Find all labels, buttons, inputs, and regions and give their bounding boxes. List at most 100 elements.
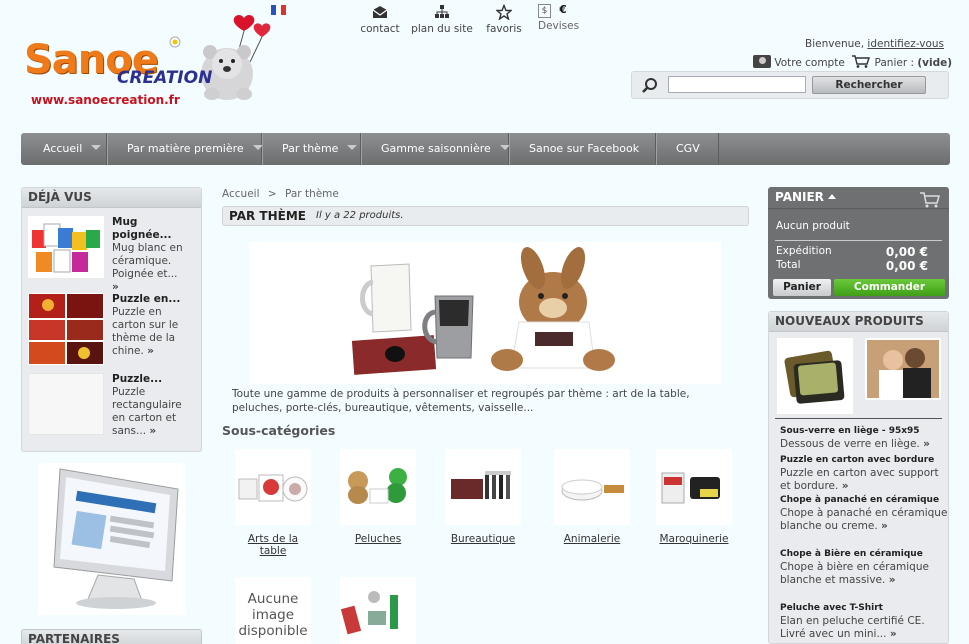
search-button[interactable]: Rechercher bbox=[812, 76, 926, 94]
subcategory-label[interactable]: Maroquinerie bbox=[654, 533, 734, 545]
monitor-illustration bbox=[53, 468, 179, 609]
viewed-item[interactable]: Mug poignée... Mug blanc en céramique. Po… bbox=[28, 216, 198, 293]
more-arrow-icon[interactable]: » bbox=[842, 480, 849, 492]
subcategory-image[interactable] bbox=[656, 449, 732, 525]
website-ad-image[interactable] bbox=[38, 463, 186, 615]
subcategory-image[interactable] bbox=[445, 449, 521, 525]
sitemap-link[interactable]: plan du site bbox=[409, 4, 475, 35]
new-product-item[interactable]: Chope à Bière en céramique Chope à bière… bbox=[780, 548, 950, 587]
subcategory-image[interactable] bbox=[340, 577, 416, 644]
order-button[interactable]: Commander bbox=[834, 279, 945, 296]
new-product-item[interactable]: Puzzle en carton avec bordure Puzzle en … bbox=[780, 454, 950, 493]
site-logo[interactable]: Sanoe CREATION www.sanoecreation.fr bbox=[22, 12, 274, 112]
subcategories-title: Sous-catégories bbox=[222, 423, 336, 438]
subcategory-seven[interactable] bbox=[338, 577, 418, 644]
page-title: PAR THÈME bbox=[229, 209, 306, 223]
product-count: Il y a 22 produits. bbox=[316, 210, 404, 221]
more-arrow-icon[interactable]: » bbox=[149, 425, 156, 437]
product-thumbnail[interactable] bbox=[28, 293, 104, 365]
subcategory-animalerie[interactable]: Animalerie bbox=[552, 449, 632, 545]
menu-item-cgv[interactable]: CGV bbox=[656, 133, 719, 165]
subcategory-image[interactable] bbox=[235, 449, 311, 525]
search-icon bbox=[642, 78, 657, 93]
new-product-item[interactable]: Chope à panaché en céramique Chope à pan… bbox=[780, 494, 950, 533]
account-icon[interactable] bbox=[753, 55, 771, 68]
menu-item-theme[interactable]: Par thème bbox=[262, 133, 361, 165]
header-cart-state[interactable]: (vide) bbox=[917, 57, 952, 69]
new-product-title[interactable]: Peluche avec T-Shirt bbox=[780, 602, 950, 615]
menu-item-facebook[interactable]: Sanoe sur Facebook bbox=[509, 133, 656, 165]
subcategory-maroquinerie[interactable]: Maroquinerie bbox=[654, 449, 734, 545]
cart-icon[interactable] bbox=[851, 55, 871, 68]
more-arrow-icon[interactable]: » bbox=[112, 281, 119, 293]
no-image-text: Aucune image disponible bbox=[238, 591, 308, 639]
chevron-up-icon[interactable] bbox=[828, 194, 837, 199]
star-icon bbox=[496, 4, 512, 20]
product-thumbnail[interactable] bbox=[28, 216, 104, 278]
menu-item-saisonniere[interactable]: Gamme saisonnière bbox=[361, 133, 510, 165]
contact-label: contact bbox=[360, 23, 400, 35]
subcategory-label[interactable]: Arts de la table bbox=[233, 533, 313, 557]
new-product-thumbnail[interactable] bbox=[865, 338, 941, 400]
cart-title-text: PANIER bbox=[775, 190, 824, 204]
category-header: PAR THÈME Il y a 22 produits. bbox=[222, 206, 749, 226]
new-product-item[interactable]: Peluche avec T-Shirt Elan en peluche cer… bbox=[780, 602, 950, 641]
currency-label: Devises bbox=[538, 20, 580, 32]
viewed-item-desc: Puzzle rectangulaire en carton et sans..… bbox=[112, 386, 182, 437]
subcategory-no-image[interactable]: Aucune image disponible bbox=[233, 577, 313, 644]
cart-title[interactable]: PANIER bbox=[775, 190, 837, 204]
chevron-down-icon bbox=[347, 145, 358, 150]
currency-selector[interactable]: $ € Devises bbox=[538, 4, 582, 32]
subcategory-label[interactable]: Animalerie bbox=[552, 533, 632, 545]
shipping-value: 0,00 € bbox=[885, 245, 928, 259]
login-link[interactable]: identifiez-vous bbox=[867, 38, 944, 50]
more-arrow-icon[interactable]: » bbox=[923, 438, 930, 450]
new-product-title[interactable]: Sous-verre en liège - 95x95 bbox=[780, 425, 950, 438]
subcategory-label[interactable]: Bureautique bbox=[443, 533, 523, 545]
menu-label: Par thème bbox=[282, 142, 339, 155]
logo-url: www.sanoecreation.fr bbox=[31, 93, 180, 107]
subcategory-bureautique[interactable]: Bureautique bbox=[443, 449, 523, 545]
more-arrow-icon[interactable]: » bbox=[889, 574, 896, 586]
contact-link[interactable]: contact bbox=[358, 4, 402, 35]
menu-label: Accueil bbox=[43, 142, 83, 155]
new-product-title[interactable]: Chope à panaché en céramique bbox=[780, 494, 950, 507]
viewed-item[interactable]: Puzzle... Puzzle rectangulaire en carton … bbox=[28, 373, 198, 437]
account-bar: Votre compte Panier : (vide) bbox=[753, 55, 952, 69]
euro-currency[interactable]: € bbox=[559, 4, 566, 16]
new-product-desc: Elan en peluche certifié CE. Livré avec … bbox=[780, 615, 925, 640]
search-input[interactable] bbox=[668, 76, 806, 93]
new-product-item[interactable]: Sous-verre en liège - 95x95 Dessous de v… bbox=[780, 425, 950, 451]
viewed-item-title[interactable]: Puzzle en... bbox=[112, 293, 198, 306]
envelope-icon bbox=[372, 6, 388, 18]
search-bar: Rechercher bbox=[631, 71, 949, 99]
chevron-down-icon bbox=[91, 145, 102, 150]
viewed-item[interactable]: Puzzle en... Puzzle en carton sur le thèm… bbox=[28, 293, 198, 367]
subcategory-label[interactable]: Peluches bbox=[338, 533, 418, 545]
viewed-item-desc: Puzzle en carton sur le thème de la chin… bbox=[112, 306, 179, 357]
viewed-item-title[interactable]: Mug poignée... bbox=[112, 216, 198, 242]
more-arrow-icon[interactable]: » bbox=[890, 628, 897, 640]
new-product-title[interactable]: Puzzle en carton avec bordure bbox=[780, 454, 950, 467]
menu-label: Sanoe sur Facebook bbox=[529, 142, 640, 155]
no-image-placeholder[interactable]: Aucune image disponible bbox=[235, 577, 311, 644]
header-cart-label[interactable]: Panier : bbox=[875, 57, 915, 69]
new-product-thumbnail[interactable] bbox=[777, 338, 853, 414]
subcategory-peluches[interactable]: Peluches bbox=[338, 449, 418, 545]
subcategory-arts-de-la-table[interactable]: Arts de la table bbox=[233, 449, 313, 557]
subcategory-image[interactable] bbox=[554, 449, 630, 525]
new-product-title[interactable]: Chope à Bière en céramique bbox=[780, 548, 950, 561]
more-arrow-icon[interactable]: » bbox=[147, 345, 154, 357]
account-link[interactable]: Votre compte bbox=[774, 57, 844, 69]
new-product-desc: Dessous de verre en liège. bbox=[780, 438, 920, 450]
breadcrumb-home[interactable]: Accueil bbox=[222, 188, 260, 200]
viewed-item-title[interactable]: Puzzle... bbox=[112, 373, 198, 386]
subcategory-image[interactable] bbox=[340, 449, 416, 525]
menu-item-matiere[interactable]: Par matière première bbox=[107, 133, 263, 165]
favorites-link[interactable]: favoris bbox=[483, 4, 525, 35]
dollar-icon[interactable]: $ bbox=[538, 4, 551, 18]
menu-item-accueil[interactable]: Accueil bbox=[21, 133, 107, 165]
product-thumbnail[interactable] bbox=[28, 373, 104, 435]
cart-button[interactable]: Panier bbox=[773, 279, 831, 296]
more-arrow-icon[interactable]: » bbox=[881, 520, 888, 532]
